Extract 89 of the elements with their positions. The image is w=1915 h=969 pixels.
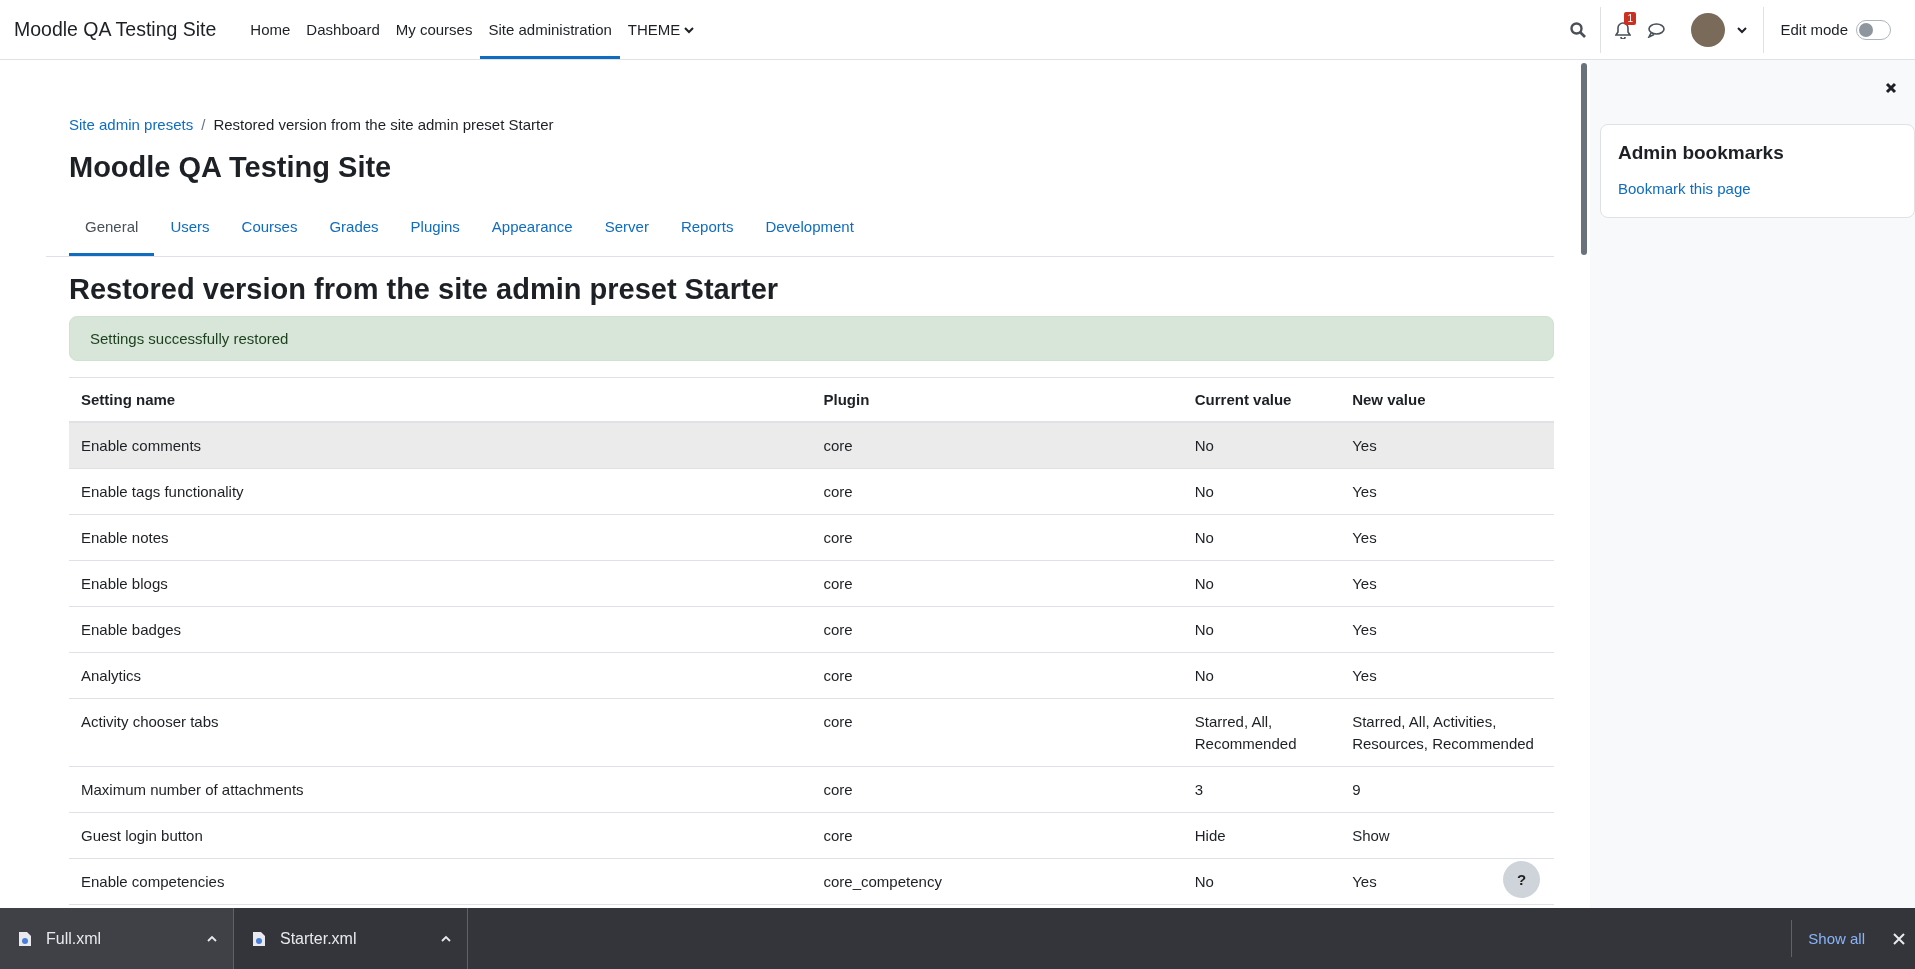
tab[interactable]: Users [154,206,226,256]
table-cell: Yes [1352,873,1377,890]
table-cell: core [823,713,853,730]
table-cell: Starred, All, Activities, Resources, Recommended [1352,713,1534,752]
close-icon [1885,82,1897,94]
table-cell: Analytics [81,667,142,684]
table-cell: Enable tags functionality [81,483,244,500]
table-cell: core [823,781,853,798]
nav-link[interactable]: Dashboard [298,0,388,59]
file-icon [18,930,32,947]
edit-mode-toggle[interactable] [1856,19,1891,40]
bookmark-link[interactable]: Bookmark this page [1618,180,1751,197]
column-header: Setting name [69,377,812,422]
success-alert: Settings successfully restored [69,316,1554,361]
table-cell: Maximum number of attachments [81,781,304,798]
table-cell: No [1194,575,1214,592]
breadcrumb-current: Restored version from the site admin preset Starter [213,116,554,133]
chevron-up-icon [207,935,217,942]
table-cell: Enable comments [81,437,202,454]
scrollbar-thumb[interactable] [1581,63,1587,255]
avatar-placeholder [1691,12,1726,47]
table-cell: No [1194,621,1214,638]
table-cell: 9 [1352,781,1361,798]
tab[interactable]: Server [588,206,665,256]
nav-link[interactable]: THEME [619,0,703,59]
table-cell: No [1194,483,1214,500]
table-cell: core [823,827,853,844]
table-cell: Yes [1352,621,1377,638]
table-cell: Yes [1352,667,1377,684]
chevron-up-icon [441,935,451,942]
table-cell: Activity chooser tabs [81,713,219,730]
table-cell: Yes [1352,483,1377,500]
close-drawer-button[interactable] [1883,80,1899,96]
breadcrumb-separator: / [201,116,206,133]
tab[interactable]: Reports [664,206,750,256]
table-cell: core [823,667,853,684]
table-cell: No [1194,667,1214,684]
table-cell: Yes [1352,437,1377,454]
column-header: Plugin [811,377,1183,422]
tab[interactable]: Development [749,206,870,256]
table-cell: core [823,437,853,454]
column-header: New value [1340,377,1554,422]
breadcrumb-link[interactable]: Site admin presets [69,116,194,133]
speech-bubble-icon [1647,21,1666,38]
show-all-button[interactable]: Show all [1791,920,1881,957]
file-icon [252,930,266,947]
edit-mode-label: Edit mode [1780,21,1848,38]
table-cell: Yes [1352,575,1377,592]
notification-count: 1 [1624,11,1636,25]
table-cell: Enable notes [81,529,169,546]
page-title: Moodle QA Testing Site [69,151,393,184]
table-cell: Enable badges [81,621,182,638]
search-icon [1570,21,1587,38]
table-cell: No [1194,873,1214,890]
tab[interactable]: Courses [225,206,314,256]
bell-icon [1615,20,1632,39]
table-cell: Starred, All, Recommended [1194,713,1297,752]
download-item[interactable]: Starter.xml [234,908,468,969]
tab[interactable]: Grades [313,206,395,256]
tab[interactable]: General [69,206,155,256]
table-cell: core_competency [823,873,942,890]
table-cell: Yes [1352,529,1377,546]
block-title: Admin bookmarks [1618,142,1785,164]
table-cell: core [823,483,853,500]
help-button[interactable]: ? [1503,861,1540,898]
nav-link[interactable]: Home [242,0,299,59]
download-item[interactable]: Full.xml [0,908,234,969]
table-cell: 3 [1194,781,1204,798]
table-cell: core [823,621,853,638]
tab[interactable]: Appearance [475,206,589,256]
file-name: Full.xml [46,929,103,948]
table-cell: Show [1352,827,1390,844]
file-name: Starter.xml [280,929,358,948]
table-cell: Enable competencies [81,873,225,890]
section-heading: Restored version from the site admin preset Starter [69,273,780,306]
table-cell: No [1194,529,1214,546]
site-name[interactable]: Moodle QA Testing Site [14,18,217,41]
nav-link[interactable]: Site administration [480,0,620,59]
chevron-down-icon [1737,25,1748,34]
table-cell: Hide [1194,827,1226,844]
table-cell: core [823,529,853,546]
table-cell: No [1194,437,1214,454]
nav-link[interactable]: My courses [387,0,481,59]
table-cell: core [823,575,853,592]
close-icon [1893,932,1905,945]
table-cell: Enable blogs [81,575,168,592]
tab[interactable]: Plugins [394,206,476,256]
table-cell: Guest login button [81,827,203,844]
column-header: Current value [1182,377,1341,422]
